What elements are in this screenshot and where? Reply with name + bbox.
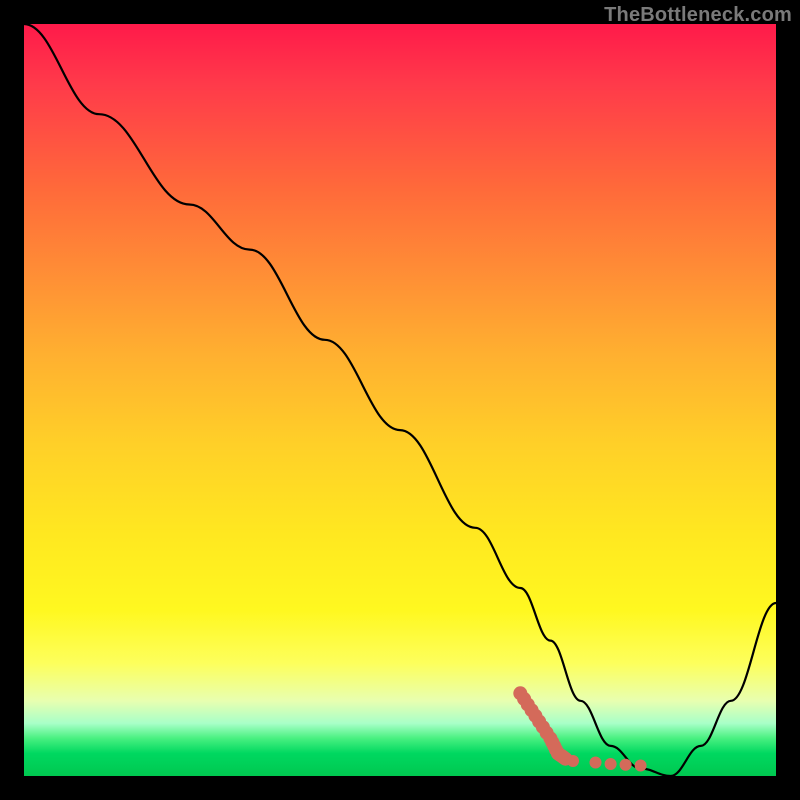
- curve-layer: [24, 24, 776, 776]
- optimal-marker: [567, 755, 579, 767]
- optimal-marker: [605, 758, 617, 770]
- optimal-marker: [590, 757, 602, 769]
- watermark-text: TheBottleneck.com: [604, 4, 792, 27]
- bottleneck-curve: [24, 24, 776, 776]
- plot-area: [24, 24, 776, 776]
- chart-canvas: TheBottleneck.com: [0, 0, 800, 800]
- optimal-marker: [635, 760, 647, 772]
- optimal-marker: [620, 759, 632, 771]
